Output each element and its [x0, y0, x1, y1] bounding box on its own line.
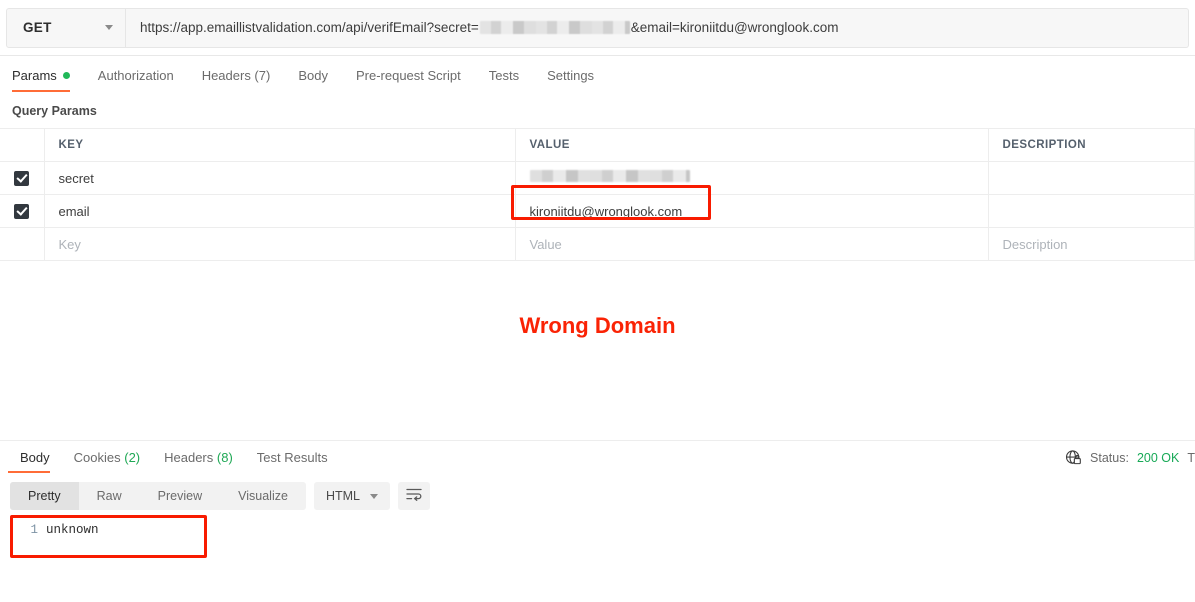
response-tab-headers[interactable]: Headers (8) [152, 450, 245, 473]
response-view-toolbar: Pretty Raw Preview Visualize HTML [0, 473, 1195, 510]
table-row: secret [0, 161, 1195, 195]
new-param-value-input[interactable]: Value [516, 237, 988, 252]
params-modified-dot-icon [62, 72, 70, 79]
param-key-email[interactable]: email [45, 204, 515, 219]
new-param-key-input[interactable]: Key [45, 237, 515, 252]
view-mode-raw[interactable]: Raw [79, 482, 140, 510]
url-input[interactable]: https://app.emaillistvalidation.com/api/… [126, 7, 1189, 48]
word-wrap-toggle-button[interactable] [397, 482, 430, 510]
column-header-key: KEY [58, 139, 84, 151]
response-tab-cookies-count: (2) [124, 450, 141, 465]
chevron-down-icon [105, 25, 113, 30]
param-description-secret[interactable] [988, 161, 1195, 195]
table-header-row: KEY VALUE DESCRIPTION [0, 128, 1195, 162]
response-tab-body[interactable]: Body [8, 450, 62, 473]
response-view-mode-group: Pretty Raw Preview Visualize [10, 482, 306, 510]
param-description-email[interactable] [988, 194, 1195, 228]
view-mode-visualize[interactable]: Visualize [220, 482, 306, 510]
row-checkbox-cell[interactable] [0, 194, 45, 228]
tab-authorization[interactable]: Authorization [84, 68, 188, 92]
row-checkbox-cell-empty [0, 227, 45, 261]
response-body-line: unknown [46, 523, 99, 537]
url-prefix-text: https://app.emaillistvalidation.com/api/… [140, 20, 479, 35]
chevron-down-icon [369, 493, 378, 499]
response-tab-cookies[interactable]: Cookies (2) [62, 450, 152, 473]
response-tab-cookies-label: Cookies [73, 450, 121, 465]
http-method-label: GET [23, 20, 52, 35]
row-checkbox-cell[interactable] [0, 161, 45, 195]
checkbox-secret[interactable] [14, 170, 30, 186]
redacted-secret-bar [479, 21, 630, 34]
request-url-bar: GET https://app.emaillistvalidation.com/… [0, 0, 1195, 56]
param-value-secret[interactable] [515, 161, 989, 195]
view-mode-preview[interactable]: Preview [140, 482, 220, 510]
line-number: 1 [30, 523, 38, 537]
param-key-secret[interactable]: secret [45, 171, 515, 186]
query-params-table: KEY VALUE DESCRIPTION secret email kiron… [0, 128, 1195, 261]
tab-pre-request-script[interactable]: Pre-request Script [342, 68, 475, 92]
tab-tests[interactable]: Tests [475, 68, 533, 92]
response-format-select[interactable]: HTML [313, 482, 390, 510]
table-row: email kironiitdu@wronglook.com [0, 194, 1195, 228]
tab-headers[interactable]: Headers (7) [188, 68, 285, 92]
request-tabs: Params Authorization Headers (7) Body Pr… [0, 56, 1195, 92]
response-tabs: Body Cookies (2) Headers (8) Test Result… [0, 441, 1195, 473]
status-value: 200 OK [1136, 450, 1180, 465]
tab-body[interactable]: Body [284, 68, 342, 92]
response-format-label: HTML [325, 489, 360, 503]
url-suffix-text: &email=kironiitdu@wronglook.com [630, 20, 839, 35]
response-status-group: Status: 200 OK T [1065, 449, 1195, 466]
response-pane: Body Cookies (2) Headers (8) Test Result… [0, 441, 1195, 602]
view-mode-pretty[interactable]: Pretty [10, 482, 79, 510]
query-params-title: Query Params [12, 104, 97, 118]
new-param-description-input[interactable]: Description [989, 237, 1195, 252]
status-time-truncated: T [1187, 450, 1195, 465]
http-method-select[interactable]: GET [6, 7, 126, 48]
column-header-value: VALUE [529, 139, 570, 151]
table-row: Key Value Description [0, 227, 1195, 261]
redacted-value-bar [529, 170, 690, 182]
globe-lock-icon [1065, 449, 1082, 466]
response-tab-headers-count: (8) [216, 450, 233, 465]
response-body-viewer[interactable]: 1 unknown [0, 510, 1195, 537]
header-checkbox-cell [0, 128, 45, 162]
status-label: Status: [1090, 450, 1129, 465]
word-wrap-icon [406, 487, 422, 506]
param-value-email[interactable]: kironiitdu@wronglook.com [516, 204, 988, 219]
tab-params[interactable]: Params [12, 68, 84, 92]
response-tab-headers-label: Headers [164, 450, 214, 465]
tab-settings[interactable]: Settings [533, 68, 608, 92]
column-header-description: DESCRIPTION [1002, 139, 1087, 151]
annotation-wrong-domain: Wrong Domain [519, 313, 676, 338]
tab-params-label: Params [12, 68, 57, 83]
response-tab-test-results[interactable]: Test Results [245, 450, 340, 473]
checkbox-email[interactable] [14, 203, 30, 219]
